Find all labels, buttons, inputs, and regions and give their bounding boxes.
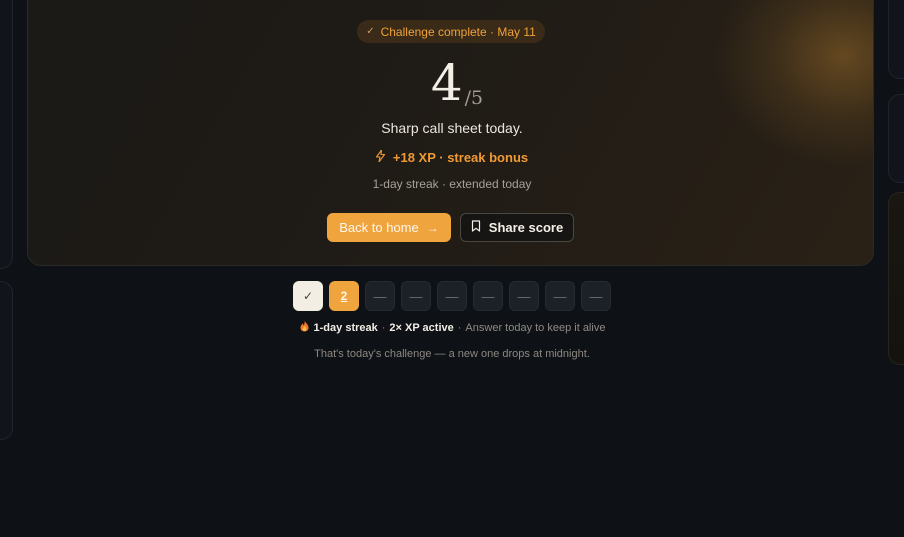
share-score-button[interactable]: Share score (460, 213, 574, 242)
streak-hint: Answer today to keep it alive (465, 321, 606, 334)
separator-dot: · (381, 321, 386, 334)
challenge-complete-badge: ✓ Challenge complete · May 11 (357, 20, 545, 43)
tracker-cell[interactable]: — (545, 281, 575, 311)
bookmark-icon (471, 220, 481, 235)
score-total: /5 (464, 87, 484, 109)
arrow-right-icon: → (426, 220, 439, 235)
back-to-home-label: Back to home (339, 220, 419, 235)
next-challenge-note: That's today's challenge — a new one dro… (314, 348, 590, 360)
bolt-icon (375, 149, 385, 165)
score-value: 4 (430, 54, 463, 112)
tracker-cell[interactable]: — (365, 281, 395, 311)
streak-count: 1-day streak (313, 321, 378, 334)
check-icon: ✓ (366, 26, 375, 37)
tracker-cell[interactable]: ✓ (293, 281, 323, 311)
question-tracker: ✓ 2 — — — — — — — (293, 281, 611, 311)
side-card-right-bottom[interactable] (888, 192, 904, 365)
separator-dot: · (457, 321, 462, 334)
xp-bonus: +18 XP · streak bonus (0, 149, 904, 165)
flame-icon (299, 320, 310, 335)
streak-status-line: 1-day streak · 2× XP active · Answer tod… (0, 320, 904, 335)
tracker-cell[interactable]: — (401, 281, 431, 311)
xp-label: +18 XP · streak bonus (392, 150, 529, 165)
app-stage: ✓ Challenge complete · May 11 4 /5 Sharp… (0, 0, 904, 537)
side-card-left-bottom[interactable] (0, 281, 13, 440)
back-to-home-button[interactable]: Back to home → (327, 213, 451, 242)
tracker-cell[interactable]: — (473, 281, 503, 311)
tracker-cell[interactable]: — (509, 281, 539, 311)
xp-multiplier: 2× XP active (389, 321, 454, 334)
score-display: 4 /5 (0, 58, 904, 108)
badge-label: Challenge complete · May 11 (380, 24, 536, 39)
tracker-cell[interactable]: — (581, 281, 611, 311)
verdict-text: Sharp call sheet today. (381, 120, 523, 136)
streak-note: 1-day streak · extended today (372, 177, 532, 191)
tracker-cell[interactable]: 2 (329, 281, 359, 311)
tracker-cell[interactable]: — (437, 281, 467, 311)
share-score-label: Share score (488, 220, 564, 235)
